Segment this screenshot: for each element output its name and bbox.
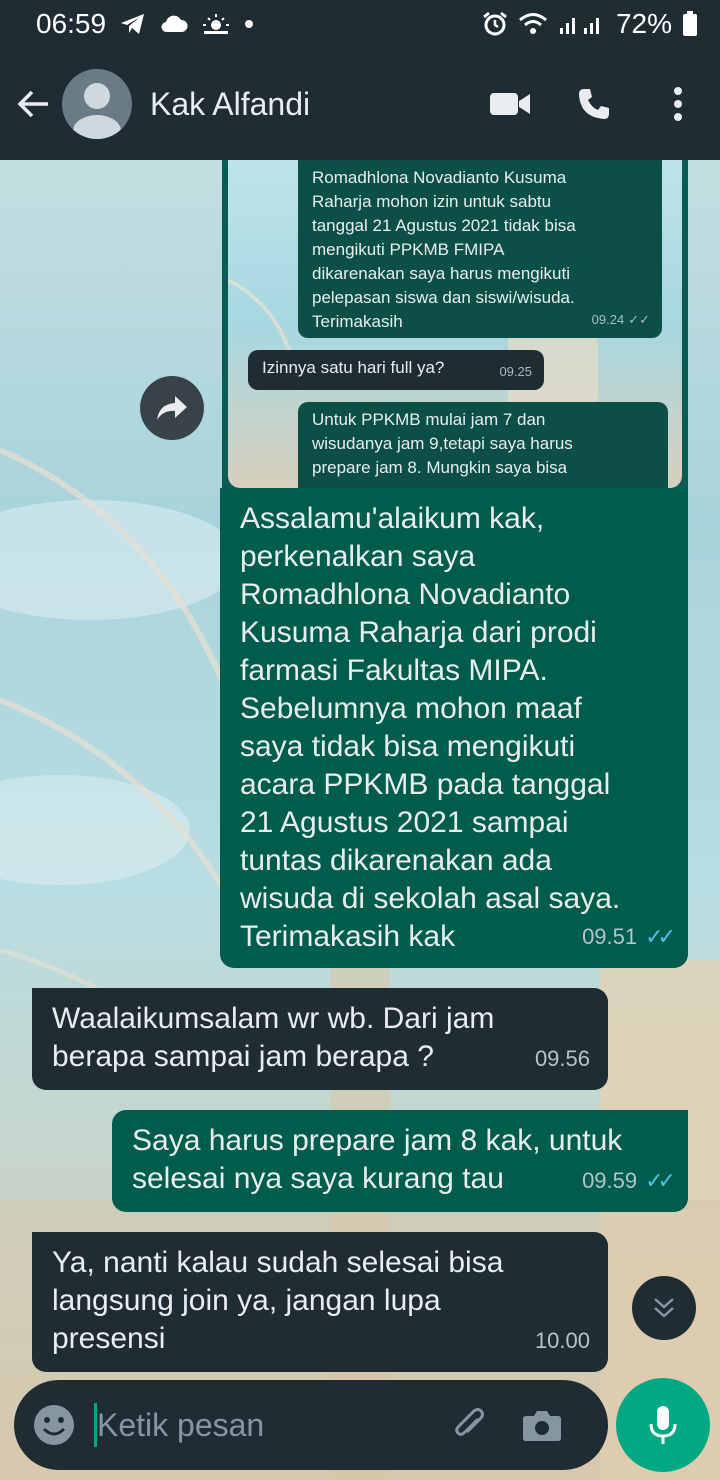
battery-text: 72% bbox=[615, 8, 672, 39]
telegram-icon bbox=[120, 13, 146, 35]
read-receipt-icon: ✓✓ bbox=[645, 1168, 676, 1193]
message-composer bbox=[14, 1380, 608, 1470]
mini-message-text: Izinnya satu hari full ya? bbox=[262, 358, 445, 377]
forward-icon[interactable] bbox=[140, 376, 204, 440]
battery-icon bbox=[682, 11, 698, 37]
image-message[interactable]: Romadhlona Novadianto Kusuma Raharja moh… bbox=[222, 160, 688, 490]
scroll-to-bottom-button[interactable] bbox=[632, 1276, 696, 1340]
camera-icon[interactable] bbox=[506, 1380, 578, 1470]
wifi-icon bbox=[518, 12, 548, 36]
cloud-icon bbox=[160, 15, 188, 33]
mini-message-time: 09.24 bbox=[591, 312, 625, 327]
mini-message-2: Izinnya satu hari full ya? 09.25 bbox=[248, 350, 544, 390]
message-time: 10.00 bbox=[534, 1328, 590, 1353]
emoji-icon[interactable] bbox=[14, 1380, 94, 1470]
back-arrow-icon[interactable] bbox=[6, 76, 62, 132]
alarm-icon bbox=[482, 11, 508, 37]
more-vert-icon[interactable] bbox=[636, 62, 720, 146]
attach-icon[interactable] bbox=[434, 1380, 506, 1470]
message-time: 09.51 bbox=[582, 924, 638, 949]
message-bubble[interactable]: Saya harus prepare jam 8 kak, untuk sele… bbox=[112, 1110, 688, 1212]
message-bubble[interactable]: Ya, nanti kalau sudah selesai bisa langs… bbox=[32, 1232, 608, 1372]
chat-header: Kak Alfandi bbox=[0, 48, 720, 160]
mic-icon[interactable] bbox=[616, 1378, 710, 1472]
mini-message-text: Untuk PPKMB mulai jam 7 dan wisudanya ja… bbox=[312, 410, 573, 477]
message-input[interactable] bbox=[94, 1403, 434, 1447]
message-time: 09.56 bbox=[534, 1046, 590, 1071]
message-bubble[interactable]: Waalaikumsalam wr wb. Dari jam berapa sa… bbox=[32, 988, 608, 1090]
message-bubble[interactable]: Assalamu'alaikum kak, perkenalkan saya R… bbox=[220, 488, 688, 968]
video-call-icon[interactable] bbox=[468, 62, 552, 146]
signal-icon bbox=[558, 12, 606, 36]
message-text: Assalamu'alaikum kak, perkenalkan saya R… bbox=[240, 502, 621, 953]
mini-message-1: Romadhlona Novadianto Kusuma Raharja moh… bbox=[298, 160, 662, 338]
double-chevron-down-icon bbox=[654, 1298, 674, 1318]
dot-icon bbox=[244, 19, 254, 29]
weather-icon bbox=[202, 13, 230, 35]
contact-name[interactable]: Kak Alfandi bbox=[150, 86, 310, 123]
mini-message-3: Untuk PPKMB mulai jam 7 dan wisudanya ja… bbox=[298, 402, 668, 488]
status-time: 06:59 bbox=[36, 8, 107, 39]
screenshot-image[interactable]: Romadhlona Novadianto Kusuma Raharja moh… bbox=[228, 160, 682, 488]
check-icon: ✓✓ bbox=[628, 312, 650, 327]
avatar[interactable] bbox=[62, 69, 132, 139]
message-text: Waalaikumsalam wr wb. Dari jam berapa sa… bbox=[52, 1002, 495, 1073]
phone-icon[interactable] bbox=[552, 62, 636, 146]
message-time: 09.59 bbox=[582, 1168, 638, 1193]
read-receipt-icon: ✓✓ bbox=[645, 924, 676, 949]
status-bar: 06:59 72% bbox=[0, 0, 720, 48]
mini-message-time: 09.25 bbox=[499, 364, 532, 379]
message-text: Ya, nanti kalau sudah selesai bisa langs… bbox=[52, 1246, 504, 1355]
